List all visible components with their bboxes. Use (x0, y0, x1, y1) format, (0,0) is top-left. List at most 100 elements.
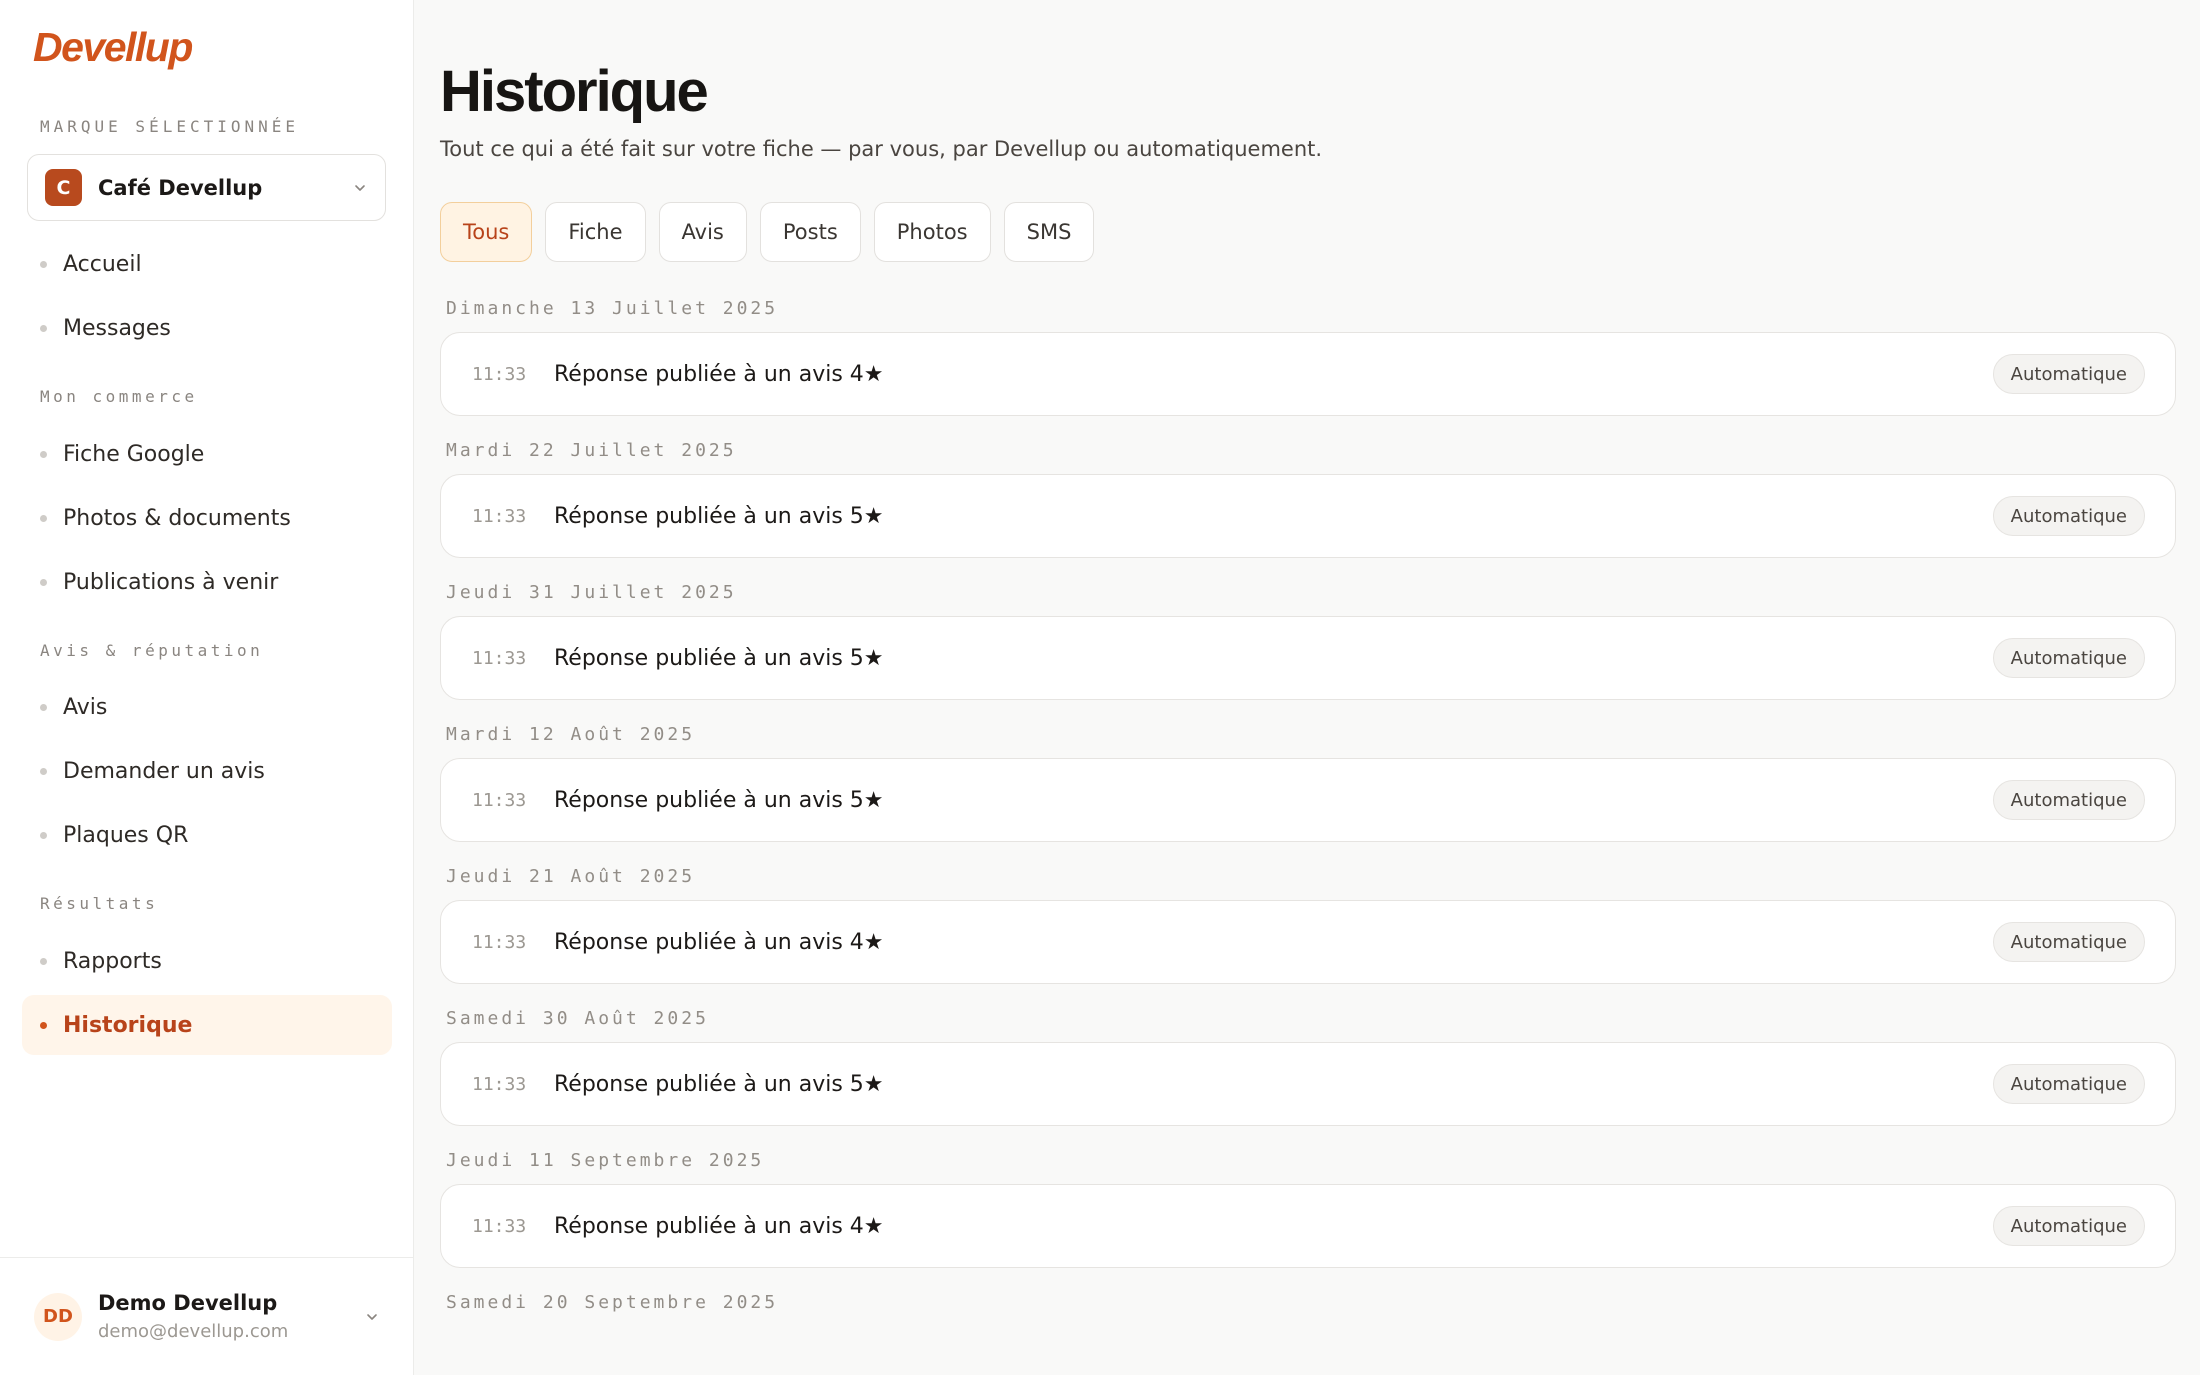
day-group: Mardi 12 Août 2025 11:33 Réponse publiée… (440, 722, 2176, 842)
event-time: 11:33 (472, 505, 527, 527)
nav-item-label: Avis (63, 694, 108, 720)
nav-dot (40, 1021, 47, 1029)
user-info: Demo Devellup demo@devellup.com (98, 1291, 364, 1342)
nav-dot (40, 767, 47, 775)
day-label: Jeudi 31 Juillet 2025 (446, 582, 737, 603)
nav-item-label: Plaques QR (63, 822, 189, 848)
event-time: 11:33 (472, 1073, 527, 1095)
status-badge: Automatique (1992, 354, 2145, 394)
status-badge: Automatique (1992, 780, 2145, 820)
nav-item-fiche-google[interactable]: Fiche Google (22, 424, 392, 484)
day-group: Jeudi 21 Août 2025 11:33 Réponse publiée… (440, 864, 2176, 984)
nav-item-publications[interactable]: Publications à venir (22, 552, 392, 612)
history-event[interactable]: 11:33 Réponse publiée à un avis 4★ Autom… (440, 1184, 2176, 1268)
nav-item-photos-documents[interactable]: Photos & documents (22, 488, 392, 548)
nav-item-label: Messages (63, 315, 171, 341)
nav-item-label: Publications à venir (63, 569, 279, 595)
chevron-down-icon (355, 184, 365, 191)
nav-item-label: Historique (63, 1012, 193, 1038)
nav-dot (40, 957, 47, 965)
chevron-down-icon (367, 1313, 377, 1320)
history-event[interactable]: 11:33 Réponse publiée à un avis 4★ Autom… (440, 900, 2176, 984)
filter-fiche[interactable]: Fiche (545, 202, 646, 262)
status-badge: Automatique (1992, 1064, 2145, 1104)
nav-item-messages[interactable]: Messages (22, 298, 392, 358)
day-group: Dimanche 13 Juillet 2025 11:33 Réponse p… (440, 296, 2176, 416)
nav-item-historique[interactable]: Historique (22, 995, 392, 1055)
event-description: Réponse publiée à un avis 4★ (554, 1213, 884, 1239)
event-description: Réponse publiée à un avis 5★ (554, 787, 884, 813)
app-logo[interactable]: Devellup (33, 24, 193, 71)
nav-item-plaques-qr[interactable]: Plaques QR (22, 805, 392, 865)
status-badge: Automatique (1992, 1206, 2145, 1246)
day-label: Mardi 22 Juillet 2025 (446, 440, 737, 461)
event-time: 11:33 (472, 363, 527, 385)
user-email: demo@devellup.com (98, 1321, 289, 1342)
day-label: Dimanche 13 Juillet 2025 (446, 298, 779, 319)
event-description: Réponse publiée à un avis 5★ (554, 645, 884, 671)
status-badge: Automatique (1992, 496, 2145, 536)
nav-item-label: Demander un avis (63, 758, 265, 784)
event-description: Réponse publiée à un avis 5★ (554, 1071, 884, 1097)
nav-item-label: Rapports (63, 948, 162, 974)
history-event[interactable]: 11:33 Réponse publiée à un avis 4★ Autom… (440, 332, 2176, 416)
nav-item-label: Fiche Google (63, 441, 205, 467)
sidebar: Devellup MARQUE SÉLECTIONNÉE C Café Deve… (0, 0, 414, 1375)
filter-photos[interactable]: Photos (873, 202, 991, 262)
brand-avatar: C (45, 169, 82, 206)
section-title-avis-reputation: Avis & réputation (40, 641, 264, 660)
history-timeline: Dimanche 13 Juillet 2025 11:33 Réponse p… (440, 296, 2176, 1338)
user-name: Demo Devellup (98, 1291, 278, 1315)
filter-tous[interactable]: Tous (440, 202, 533, 262)
brand-selector[interactable]: C Café Devellup (27, 154, 386, 221)
day-label: Samedi 20 Septembre 2025 (446, 1292, 779, 1313)
nav-dot (40, 831, 47, 839)
day-group: Samedi 30 Août 2025 11:33 Réponse publié… (440, 1006, 2176, 1126)
event-description: Réponse publiée à un avis 4★ (554, 929, 884, 955)
filter-avis[interactable]: Avis (658, 202, 747, 262)
filter-tabs: Tous Fiche Avis Posts Photos SMS (440, 202, 1095, 262)
nav-item-label: Photos & documents (63, 505, 291, 531)
nav-item-label: Accueil (63, 251, 142, 277)
event-time: 11:33 (472, 1215, 527, 1237)
day-group: Jeudi 31 Juillet 2025 11:33 Réponse publ… (440, 580, 2176, 700)
nav-item-avis[interactable]: Avis (22, 677, 392, 737)
day-label: Jeudi 21 Août 2025 (446, 866, 696, 887)
nav-dot (40, 324, 47, 332)
nav-dot (40, 578, 47, 586)
event-time: 11:33 (472, 789, 527, 811)
nav-dot (40, 514, 47, 522)
page-subtitle: Tout ce qui a été fait sur votre fiche —… (440, 137, 1323, 161)
day-label: Mardi 12 Août 2025 (446, 724, 696, 745)
nav-dot (40, 703, 47, 711)
nav-dot (40, 450, 47, 458)
day-group: Jeudi 11 Septembre 2025 11:33 Réponse pu… (440, 1148, 2176, 1268)
nav-item-rapports[interactable]: Rapports (22, 931, 392, 991)
nav-item-accueil[interactable]: Accueil (22, 234, 392, 294)
history-event[interactable]: 11:33 Réponse publiée à un avis 5★ Autom… (440, 474, 2176, 558)
history-event[interactable]: 11:33 Réponse publiée à un avis 5★ Autom… (440, 616, 2176, 700)
event-time: 11:33 (472, 647, 527, 669)
page-title: Historique (440, 59, 709, 124)
status-badge: Automatique (1992, 922, 2145, 962)
event-description: Réponse publiée à un avis 5★ (554, 503, 884, 529)
nav-dot (40, 260, 47, 268)
history-event[interactable]: 11:33 Réponse publiée à un avis 5★ Autom… (440, 1042, 2176, 1126)
brand-name: Café Devellup (98, 175, 263, 200)
section-title-mon-commerce: Mon commerce (40, 387, 198, 406)
day-label: Samedi 30 Août 2025 (446, 1008, 709, 1029)
user-menu[interactable]: DD Demo Devellup demo@devellup.com (0, 1257, 414, 1375)
day-label: Jeudi 11 Septembre 2025 (446, 1150, 765, 1171)
brand-caption: MARQUE SÉLECTIONNÉE (40, 117, 300, 136)
day-group: Mardi 22 Juillet 2025 11:33 Réponse publ… (440, 438, 2176, 558)
event-description: Réponse publiée à un avis 4★ (554, 361, 884, 387)
avatar: DD (34, 1292, 82, 1341)
status-badge: Automatique (1992, 638, 2145, 678)
history-event[interactable]: 11:33 Réponse publiée à un avis 5★ Autom… (440, 758, 2176, 842)
filter-posts[interactable]: Posts (759, 202, 861, 262)
nav-item-demander-avis[interactable]: Demander un avis (22, 741, 392, 801)
filter-sms[interactable]: SMS (1003, 202, 1095, 262)
event-time: 11:33 (472, 931, 527, 953)
section-title-resultats: Résultats (40, 894, 159, 913)
day-group: Samedi 20 Septembre 2025 (440, 1290, 2176, 1316)
